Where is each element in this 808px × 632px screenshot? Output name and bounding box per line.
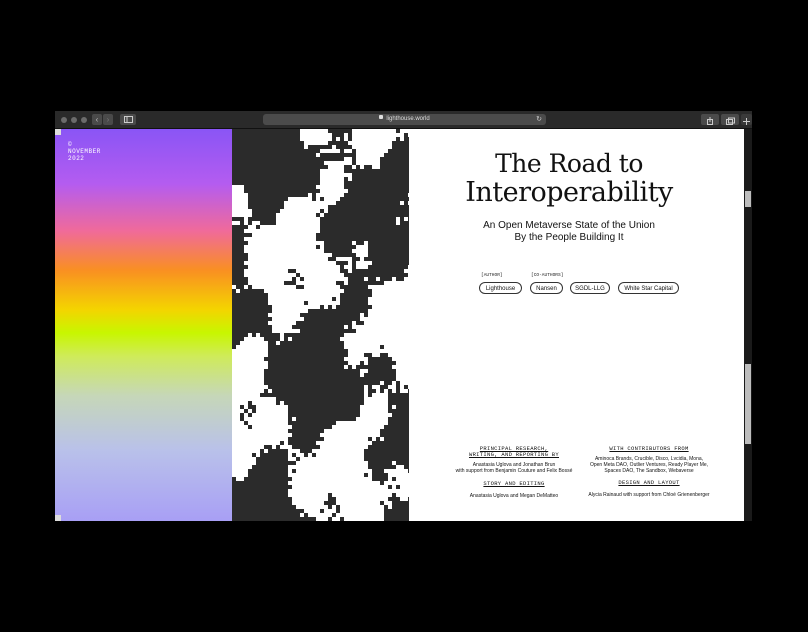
story-credits: Anastasia Uglova and Megan DeMatteo xyxy=(469,493,559,499)
url-text: lighthouse.world xyxy=(386,116,430,122)
contributors-heading: WITH CONTRIBUTORS FROM xyxy=(609,445,689,452)
address-bar[interactable]: lighthouse.world ↻ xyxy=(263,114,546,125)
page-title-line2: Interoperability xyxy=(465,177,673,208)
browser-window: ‹ › lighthouse.world ↻ © NOVEMBER 2022 T… xyxy=(55,111,752,521)
story-heading: STORY AND EDITING xyxy=(483,480,545,487)
page-title-line1: The Road to xyxy=(495,149,643,178)
coauthor-pill-nansen[interactable]: Nansen xyxy=(530,282,563,294)
author-pill-lighthouse[interactable]: Lighthouse xyxy=(479,282,522,294)
research-heading: PRINCIPAL RESEARCH, WRITING, AND REPORTI… xyxy=(459,446,569,458)
back-button[interactable]: ‹ xyxy=(92,114,102,125)
copyright-symbol: © xyxy=(68,141,73,148)
share-icon xyxy=(707,117,713,125)
pixel-pattern-shape xyxy=(232,129,409,521)
contributors-line3: Spaces DAO, The Sandbox, Webaverse xyxy=(604,468,694,474)
contributors-list: Aminoca Brands, Crucible, Disco, Lvcidia… xyxy=(579,456,719,474)
lock-icon xyxy=(379,115,384,120)
date-year: 2022 xyxy=(68,155,85,162)
design-credits: Alycia Rainaud with support from Chloé G… xyxy=(588,492,710,498)
close-window-button[interactable] xyxy=(61,117,67,123)
scrollbar-track[interactable] xyxy=(744,129,752,521)
plus-icon xyxy=(743,118,750,125)
gradient-panel: © NOVEMBER 2022 xyxy=(55,129,232,521)
coauthors-label: [CO-AUTHORS] xyxy=(531,273,564,278)
sidebar-icon xyxy=(123,116,133,123)
date-month: NOVEMBER xyxy=(68,148,101,155)
tabs-overview-button[interactable] xyxy=(721,114,739,125)
publication-date: © NOVEMBER 2022 xyxy=(68,141,101,162)
coauthor-pill-sgdl-llg[interactable]: SGDL-LLG xyxy=(570,282,610,294)
browser-toolbar: ‹ › lighthouse.world ↻ xyxy=(55,111,752,129)
corner-marker xyxy=(55,129,61,135)
subtitle-line2: By the People Building It xyxy=(514,232,624,243)
share-button[interactable] xyxy=(701,114,719,125)
design-heading: DESIGN AND LAYOUT xyxy=(618,479,680,486)
subtitle-line1: An Open Metaverse State of the Union xyxy=(483,220,655,231)
scrollbar-thumb[interactable] xyxy=(745,364,751,444)
new-tab-button[interactable] xyxy=(741,114,752,125)
tabs-icon xyxy=(726,117,735,125)
reload-icon[interactable]: ↻ xyxy=(536,114,542,125)
title-page: The Road to Interoperability An Open Met… xyxy=(409,129,752,521)
research-credits: Anastasia Uglova and Jonathan Brun with … xyxy=(449,462,579,474)
pixel-pattern-artwork xyxy=(232,129,409,521)
page-content: © NOVEMBER 2022 The Road to Interoperabi… xyxy=(55,129,752,521)
coauthor-pill-white-star-capital[interactable]: White Star Capital xyxy=(618,282,679,294)
author-label: [AUTHOR] xyxy=(481,273,503,278)
research-heading-line2: WRITING, AND REPORTING BY xyxy=(468,451,559,458)
zoom-window-button[interactable] xyxy=(81,117,87,123)
scrollbar-thumb[interactable] xyxy=(745,191,751,207)
research-credits-line2: with support from Benjamin Couture and F… xyxy=(455,468,573,474)
forward-button[interactable]: › xyxy=(103,114,113,125)
corner-marker xyxy=(55,515,61,521)
sidebar-toggle-button[interactable] xyxy=(120,114,136,125)
minimize-window-button[interactable] xyxy=(71,117,77,123)
